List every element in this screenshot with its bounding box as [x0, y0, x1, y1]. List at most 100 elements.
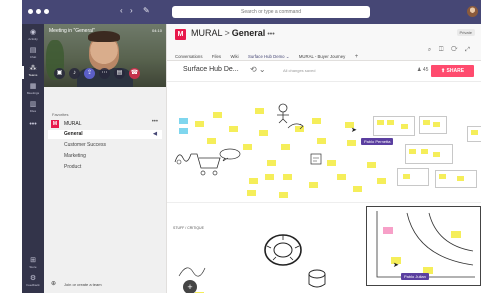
note-frame[interactable] — [373, 116, 415, 136]
mic-icon[interactable]: ♪ — [69, 68, 80, 79]
mural-title[interactable]: Surface Hub De... — [183, 66, 239, 73]
join-create-team[interactable]: ⊕ Join or create a team — [48, 280, 162, 289]
sticky-note[interactable] — [281, 144, 290, 150]
rail-chat[interactable]: ▤ Chat — [22, 46, 44, 64]
channel-product[interactable]: Product — [48, 163, 162, 172]
channel-general[interactable]: General ◀ — [48, 130, 162, 139]
sticky-note[interactable] — [451, 231, 461, 238]
undo-icon[interactable]: ⟲ ⌄ — [250, 65, 266, 74]
sticky-note[interactable] — [179, 118, 188, 124]
user-avatar[interactable] — [467, 6, 478, 17]
breadcrumb-team[interactable]: MURAL — [191, 28, 223, 38]
note-frame[interactable] — [397, 168, 429, 186]
sticky-note[interactable] — [377, 178, 386, 184]
rail-feedback[interactable]: ⚙ Feedback — [22, 274, 44, 292]
sticky-note[interactable] — [433, 122, 440, 127]
rail-label: Files — [29, 109, 37, 113]
section-label: STUFF / CRITIQUE — [173, 226, 204, 230]
sticky-note[interactable] — [439, 174, 446, 179]
sketch-scribble[interactable] — [177, 260, 207, 280]
collaborators-count[interactable]: ♟ 45 — [417, 67, 428, 73]
mural-canvas[interactable]: ➤ Pablo Pernetta STUFF / CRITIQUE ➤ Pabl… — [167, 82, 481, 293]
sticky-note[interactable] — [367, 162, 376, 168]
matrix-graph-frame[interactable]: ➤ Pablo Julian — [366, 206, 481, 286]
more-icon[interactable]: ••• — [152, 119, 158, 125]
sticky-note[interactable] — [229, 126, 238, 132]
sticky-note[interactable] — [213, 112, 222, 118]
sticky-note[interactable] — [312, 118, 321, 124]
cursor-arrow-icon: ➤ — [393, 262, 399, 269]
maximize-window-icon[interactable] — [44, 9, 49, 14]
sticky-note[interactable] — [401, 124, 408, 129]
sketch-tire[interactable] — [263, 232, 303, 268]
sketch-speech-bubble[interactable] — [219, 148, 241, 162]
sticky-note[interactable] — [421, 149, 428, 154]
channel-marketing[interactable]: Marketing — [48, 152, 162, 161]
meeting-video[interactable]: Meeting in "General" 04:10 ▣ ♪ ⇪ ⋯ ▤ ☎ — [44, 24, 166, 87]
share-screen-icon[interactable]: ⇪ — [84, 68, 95, 79]
rail-label: Chat — [29, 55, 37, 59]
sticky-note[interactable] — [423, 120, 430, 125]
sticky-note[interactable] — [433, 152, 440, 157]
channel-label: Marketing — [64, 153, 86, 159]
sticky-note[interactable] — [247, 190, 256, 196]
back-arrow-icon[interactable]: ‹ — [120, 6, 123, 15]
minimize-window-icon[interactable] — [36, 9, 41, 14]
sticky-note[interactable] — [317, 138, 326, 144]
add-content-button[interactable]: + — [183, 280, 197, 293]
sketch-shopping-cart[interactable] — [189, 150, 223, 178]
mural-toolbar: Surface Hub De... ⟲ ⌄ All changes saved … — [167, 61, 481, 82]
sticky-note[interactable] — [179, 128, 188, 134]
camera-icon[interactable]: ▣ — [54, 68, 65, 79]
sticky-note[interactable] — [353, 186, 362, 192]
rail-activity[interactable]: ◉ Activity — [22, 28, 44, 46]
store-icon: ⊞ — [30, 257, 36, 264]
sketch-arrow[interactable] — [287, 120, 305, 132]
rail-files[interactable]: ▥ Files — [22, 100, 44, 118]
sketch-cylinder[interactable] — [307, 268, 327, 290]
note-frame[interactable] — [405, 144, 453, 164]
sticky-note[interactable] — [243, 144, 252, 150]
new-chat-icon[interactable]: ✎ — [143, 6, 150, 15]
rail-meetings[interactable]: ▦ Meetings — [22, 82, 44, 100]
sticky-note[interactable] — [377, 120, 384, 125]
sticky-note[interactable] — [279, 192, 288, 198]
sticky-note[interactable] — [347, 140, 356, 146]
forward-arrow-icon[interactable]: › — [130, 6, 133, 15]
channel-more-icon[interactable]: ••• — [267, 31, 274, 38]
sticky-note[interactable] — [309, 182, 318, 188]
sticky-note[interactable] — [337, 174, 346, 180]
sticky-note[interactable] — [207, 138, 216, 144]
sticky-note[interactable] — [403, 174, 410, 179]
sticky-note[interactable] — [255, 108, 264, 114]
sticky-note[interactable] — [383, 227, 393, 234]
sticky-note[interactable] — [457, 176, 464, 181]
more-options-icon[interactable]: ⋯ — [99, 68, 110, 79]
rail-store[interactable]: ⊞ Store — [22, 256, 44, 274]
sticky-note[interactable] — [471, 130, 478, 135]
rail-teams[interactable]: ⁂ Teams — [22, 64, 44, 82]
rail-more[interactable]: ••• — [22, 120, 44, 138]
channel-customer-success[interactable]: Customer Success — [48, 141, 162, 150]
sketch-icon[interactable] — [309, 152, 323, 166]
sticky-note[interactable] — [195, 121, 204, 127]
sticky-note[interactable] — [265, 174, 274, 180]
share-button[interactable]: ⬆ SHARE — [431, 65, 474, 77]
chat-toggle-icon[interactable]: ▤ — [114, 68, 125, 79]
sticky-note[interactable] — [259, 130, 268, 136]
note-frame[interactable] — [435, 170, 477, 188]
search-input[interactable]: Search or type a command — [172, 6, 370, 18]
sticky-note[interactable] — [327, 160, 336, 166]
sticky-note[interactable] — [409, 149, 416, 154]
more-icon: ••• — [29, 121, 37, 128]
sticky-note[interactable] — [267, 160, 276, 166]
team-mural[interactable]: M MURAL ••• — [48, 119, 162, 129]
favorites-label: Favorites — [52, 112, 69, 117]
sticky-note[interactable] — [283, 174, 292, 180]
sticky-note[interactable] — [387, 120, 394, 125]
rail-label: Meetings — [26, 91, 40, 95]
header-action-icons[interactable]: ⌕ ◫ ⟳ ⤢ — [428, 45, 473, 55]
hang-up-icon[interactable]: ☎ — [129, 68, 140, 79]
sticky-note[interactable] — [249, 178, 258, 184]
close-window-icon[interactable] — [28, 9, 33, 14]
